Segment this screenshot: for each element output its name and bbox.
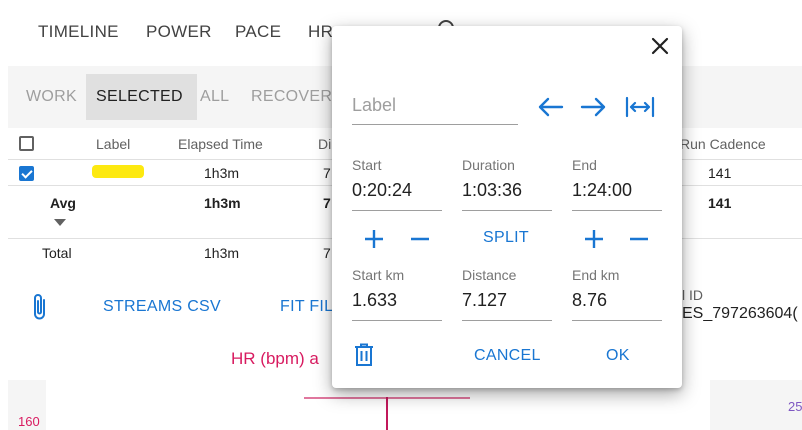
y-axis-right-tick: 25 [788,399,802,414]
subtab-selected[interactable]: SELECTED [96,88,183,106]
subtab-all[interactable]: ALL [200,88,229,106]
row-checkbox[interactable] [19,166,34,181]
start-input[interactable]: 0:20:24 [352,180,412,201]
avg-elapsed-time: 1h3m [204,195,241,211]
expand-width-icon[interactable] [625,95,655,119]
end-minus-icon[interactable] [629,229,649,249]
column-header-label: Label [96,136,131,152]
column-header-run-cadence: Run Cadence [680,136,766,152]
avg-distance: 7 [323,195,331,211]
start-plus-icon[interactable] [364,229,384,249]
end-label: End [572,157,597,173]
distance-underline [462,320,552,321]
start-km-underline [352,320,442,321]
end-underline [572,210,662,211]
chart-title: HR (bpm) a [231,349,319,368]
trash-icon[interactable] [354,343,374,367]
tab-timeline[interactable]: TIMELINE [38,22,119,42]
sort-down-icon[interactable] [54,219,66,227]
start-underline [352,210,442,211]
fit-file-button[interactable]: FIT FIL [280,298,333,316]
arrow-right-icon[interactable] [580,96,608,118]
column-header-distance: Di [318,136,332,152]
select-all-checkbox[interactable] [19,136,34,151]
streams-csv-button[interactable]: STREAMS CSV [103,298,221,316]
chart-cursor-line [386,397,388,430]
activity-id-value: ES_797263604( [682,305,798,322]
column-header-elapsed-time: Elapsed Time [178,136,263,152]
interval-edit-dialog: Label Start 0:20:24 Duration 1:03:36 End… [332,26,682,388]
tab-hr[interactable]: HR [308,22,333,42]
cancel-button[interactable]: CANCEL [474,347,541,365]
tab-power[interactable]: POWER [146,22,212,42]
label-input[interactable]: Label [352,95,396,116]
duration-label: Duration [462,157,515,173]
avg-run-cadence: 141 [708,195,732,211]
end-km-underline [572,320,662,321]
close-icon[interactable] [650,36,670,56]
row-run-cadence: 141 [708,165,732,181]
subtab-work[interactable]: WORK [26,88,77,106]
subtab-recovery[interactable]: RECOVERY [251,88,343,106]
distance-label: Distance [462,267,517,283]
paperclip-icon[interactable] [30,292,50,322]
end-input[interactable]: 1:24:00 [572,180,632,201]
total-label: Total [42,245,72,261]
ok-button[interactable]: OK [606,347,630,365]
y-axis-left-tick: 160 [18,414,40,429]
duration-input[interactable]: 1:03:36 [462,180,522,201]
total-elapsed-time: 1h3m [204,245,240,261]
total-distance: 7 [323,245,331,261]
arrow-left-icon[interactable] [536,96,564,118]
row-elapsed-time: 1h3m [204,165,240,181]
duration-underline [462,210,552,211]
avg-label: Avg [50,195,76,211]
row-distance: 7 [323,165,331,181]
distance-input[interactable]: 7.127 [462,290,507,311]
start-minus-icon[interactable] [410,229,430,249]
start-label: Start [352,157,382,173]
label-highlight [92,165,144,178]
end-km-input[interactable]: 8.76 [572,290,607,311]
split-button[interactable]: SPLIT [483,229,529,247]
activity-id-label: l ID [682,287,703,303]
label-input-underline [352,124,518,125]
end-plus-icon[interactable] [584,229,604,249]
tab-pace[interactable]: PACE [235,22,281,42]
start-km-input[interactable]: 1.633 [352,290,397,311]
start-km-label: Start km [352,267,405,283]
end-km-label: End km [572,267,620,283]
